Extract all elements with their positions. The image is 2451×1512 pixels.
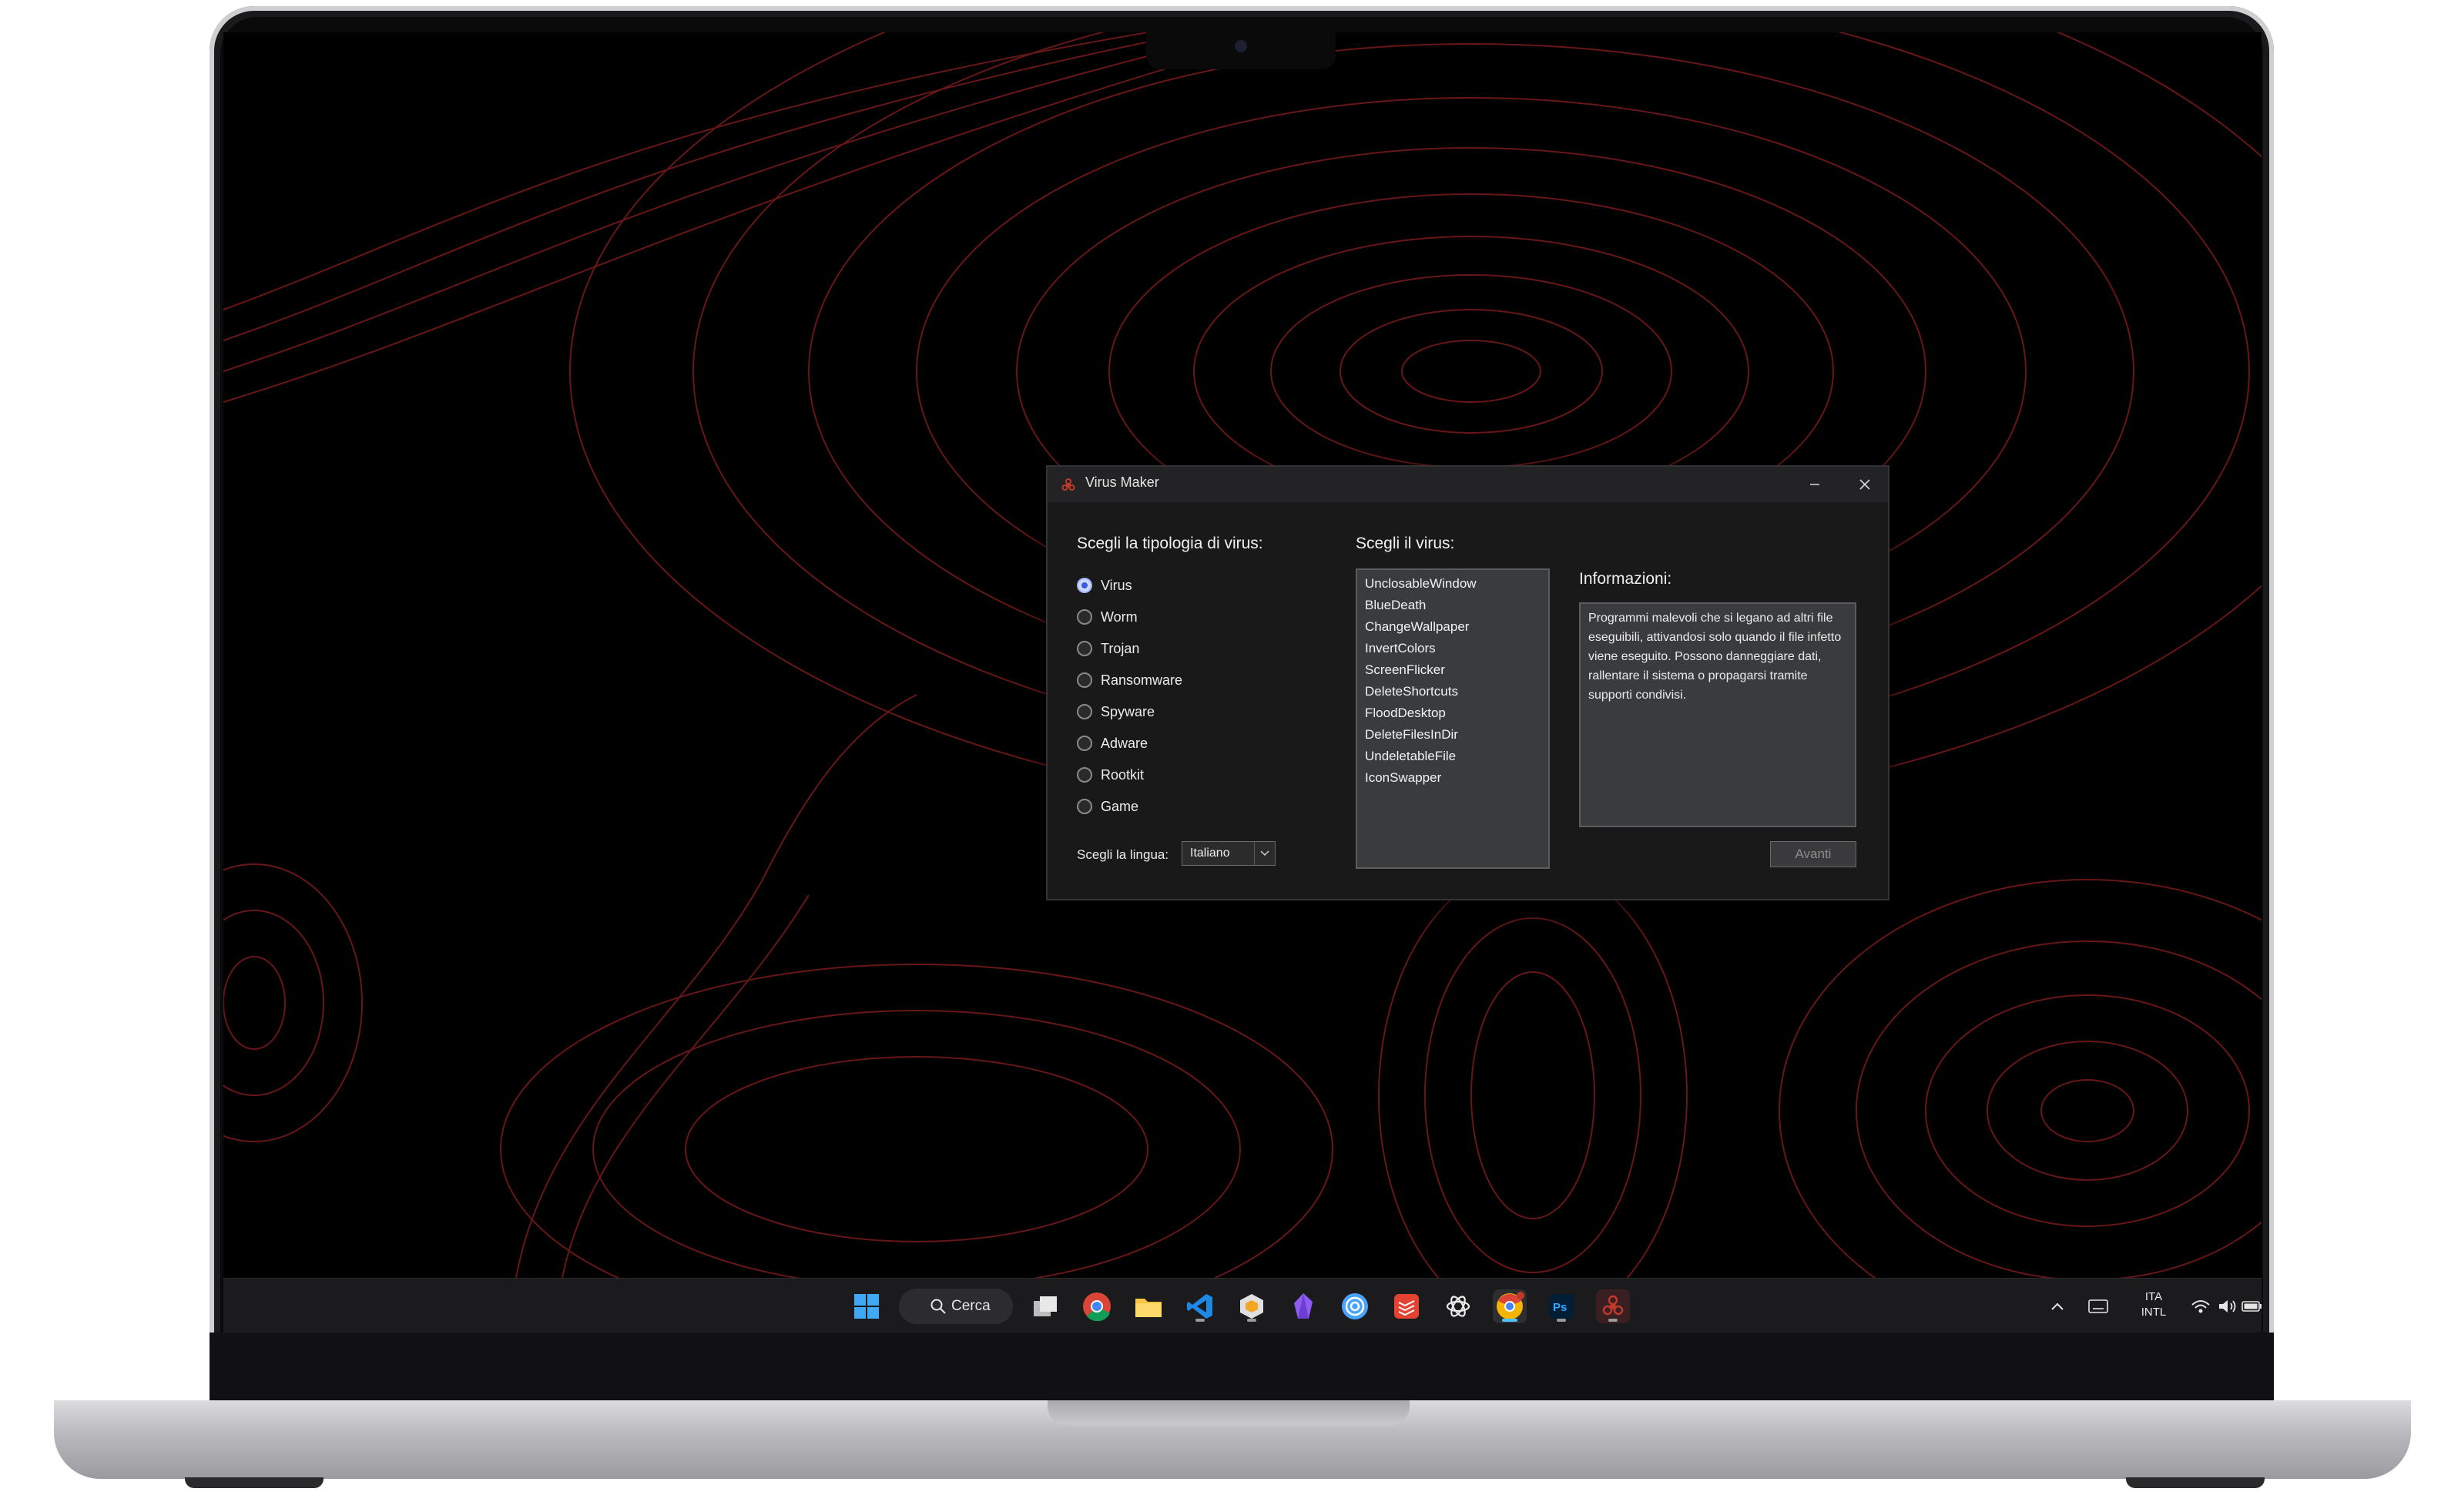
- radio-button[interactable]: [1077, 767, 1092, 783]
- radio-button[interactable]: [1077, 736, 1092, 751]
- search-box[interactable]: Cerca: [899, 1289, 1013, 1324]
- list-item[interactable]: DeleteShortcuts: [1357, 681, 1548, 702]
- radio-trojan[interactable]: Trojan: [1077, 638, 1139, 659]
- radio-label: Virus: [1101, 577, 1132, 593]
- chrome-icon[interactable]: [1080, 1289, 1114, 1323]
- desktop-screen: Virus Maker Scegli la tipologia di virus…: [223, 32, 2262, 1333]
- obsidian-icon[interactable]: [1286, 1289, 1320, 1323]
- laptop-lip-notch: [1048, 1400, 1410, 1425]
- svg-text:Ps: Ps: [1553, 1301, 1567, 1314]
- cube-app-icon[interactable]: [1235, 1289, 1269, 1323]
- radio-label: Worm: [1101, 608, 1138, 625]
- minimize-button[interactable]: [1792, 467, 1838, 502]
- active-indicator: [1247, 1319, 1256, 1322]
- radio-button[interactable]: [1077, 799, 1092, 814]
- list-item[interactable]: BlueDeath: [1357, 595, 1548, 616]
- active-indicator: [1608, 1319, 1618, 1322]
- window-title: Virus Maker: [1085, 474, 1159, 490]
- minimize-icon: [1810, 484, 1819, 485]
- title-bar[interactable]: Virus Maker: [1048, 467, 1888, 502]
- taskbar: Cerca Ps ITA INTL: [223, 1278, 2262, 1333]
- battery-icon[interactable]: [2235, 1289, 2262, 1323]
- radio-spyware[interactable]: Spyware: [1077, 701, 1155, 722]
- windows-start-icon[interactable]: [850, 1289, 884, 1323]
- list-item[interactable]: IconSwapper: [1357, 767, 1548, 789]
- radio-ransomware[interactable]: Ransomware: [1077, 669, 1182, 691]
- laptop-chin: [210, 1333, 2274, 1404]
- radio-label: Rootkit: [1101, 766, 1145, 783]
- list-item[interactable]: FloodDesktop: [1357, 702, 1548, 724]
- radio-game[interactable]: Game: [1077, 796, 1138, 817]
- close-button[interactable]: [1842, 467, 1888, 502]
- laptop-foot-left: [185, 1477, 324, 1488]
- biohazard-icon: [1061, 478, 1075, 491]
- chevron-up-icon[interactable]: [2040, 1289, 2074, 1323]
- keyboard-icon[interactable]: [2081, 1289, 2115, 1323]
- radio-adware[interactable]: Adware: [1077, 733, 1148, 754]
- camera-icon: [1235, 40, 1247, 52]
- file-explorer-icon[interactable]: [1132, 1289, 1165, 1323]
- virus-listbox[interactable]: UnclosableWindow BlueDeath ChangeWallpap…: [1356, 568, 1550, 869]
- todoist-icon[interactable]: [1390, 1289, 1423, 1323]
- vscode-icon[interactable]: [1183, 1289, 1217, 1323]
- network-app-icon[interactable]: [1338, 1289, 1372, 1323]
- active-indicator: [1502, 1319, 1517, 1322]
- radio-virus[interactable]: Virus: [1077, 575, 1132, 596]
- radio-button[interactable]: [1077, 641, 1092, 656]
- radio-button[interactable]: [1077, 672, 1092, 688]
- language-code: ITA: [2144, 1290, 2163, 1303]
- list-item[interactable]: ChangeWallpaper: [1357, 616, 1548, 638]
- language-select[interactable]: Italiano: [1182, 841, 1276, 866]
- chrome-canary-icon[interactable]: [1493, 1289, 1527, 1323]
- close-icon: [1859, 479, 1870, 490]
- search-label: Cerca: [951, 1298, 991, 1314]
- radio-button[interactable]: [1077, 609, 1092, 625]
- radio-button[interactable]: [1077, 578, 1092, 593]
- search-icon: [930, 1299, 946, 1314]
- list-item[interactable]: DeleteFilesInDir: [1357, 724, 1548, 746]
- active-indicator: [1557, 1319, 1566, 1322]
- radio-label: Game: [1101, 798, 1139, 814]
- chevron-down-icon[interactable]: [1254, 842, 1275, 865]
- info-heading: Informazioni:: [1579, 570, 1672, 588]
- list-item[interactable]: ScreenFlicker: [1357, 659, 1548, 681]
- info-textbox[interactable]: Programmi malevoli che si legano ad altr…: [1579, 602, 1856, 827]
- radio-label: Trojan: [1101, 640, 1140, 656]
- virus-list-heading: Scegli il virus:: [1356, 535, 1455, 552]
- virus-type-heading: Scegli la tipologia di virus:: [1077, 535, 1263, 552]
- language-value: Italiano: [1190, 847, 1230, 860]
- virus-maker-window: Virus Maker Scegli la tipologia di virus…: [1046, 465, 1889, 900]
- language-layout: INTL: [2141, 1306, 2167, 1319]
- laptop-foot-right: [2126, 1477, 2265, 1488]
- radio-label: Ransomware: [1101, 672, 1183, 688]
- radio-label: Adware: [1101, 735, 1148, 751]
- radio-worm[interactable]: Worm: [1077, 606, 1138, 628]
- list-item[interactable]: InvertColors: [1357, 638, 1548, 659]
- virus-maker-icon[interactable]: [1596, 1289, 1630, 1323]
- chatgpt-icon[interactable]: [1441, 1289, 1475, 1323]
- list-item[interactable]: UndeletableFile: [1357, 746, 1548, 767]
- radio-label: Spyware: [1101, 703, 1155, 719]
- next-button[interactable]: Avanti: [1770, 841, 1856, 867]
- list-item[interactable]: UnclosableWindow: [1357, 573, 1548, 595]
- photoshop-icon[interactable]: Ps: [1544, 1289, 1578, 1323]
- radio-rootkit[interactable]: Rootkit: [1077, 764, 1144, 786]
- radio-button[interactable]: [1077, 704, 1092, 719]
- active-indicator: [1195, 1319, 1205, 1322]
- language-label: Scegli la lingua:: [1077, 847, 1169, 862]
- input-language[interactable]: ITA INTL: [2131, 1289, 2177, 1320]
- task-view-icon[interactable]: [1028, 1289, 1062, 1323]
